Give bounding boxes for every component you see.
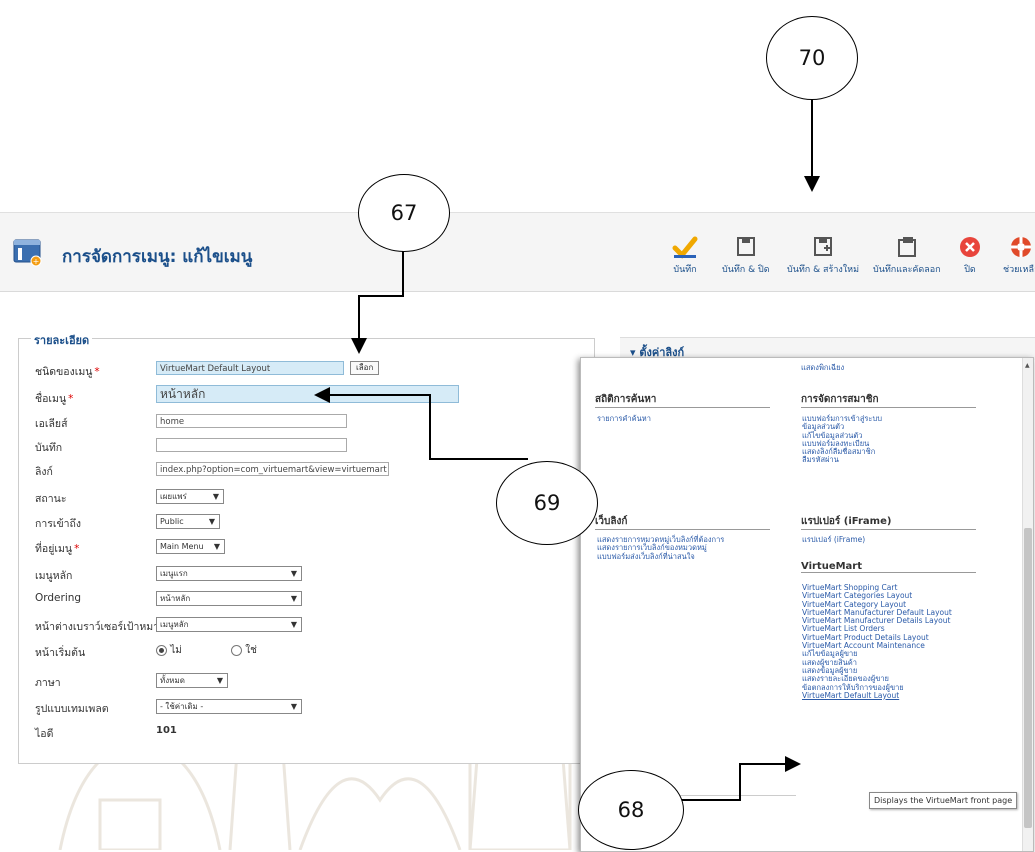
callout-69: 69 [496,461,598,545]
arrow-68 [680,756,801,801]
arrow-67 [351,250,404,354]
callout-68: 68 [578,770,684,850]
callout-70: 70 [766,16,858,100]
arrow-69 [314,387,528,460]
annotation-arrows [314,99,820,801]
callout-67: 67 [358,174,450,252]
